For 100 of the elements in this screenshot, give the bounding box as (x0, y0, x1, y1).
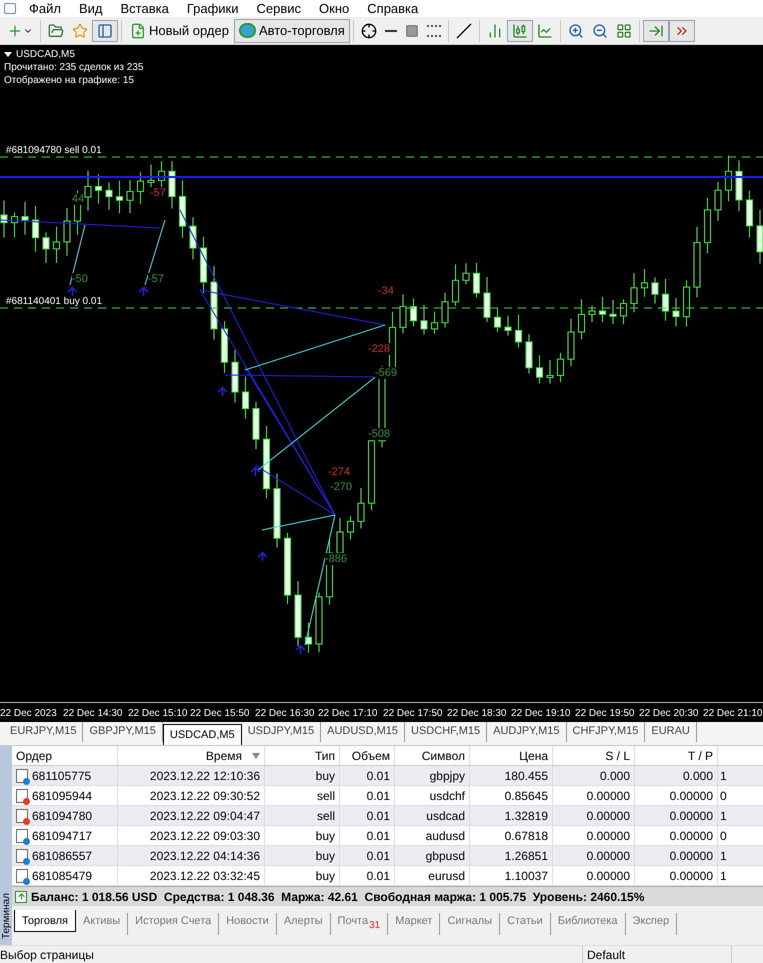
time-axis-label: 22 Dec 14:30 (63, 707, 122, 721)
candle (756, 209, 763, 264)
menu-item[interactable]: Вид (70, 0, 112, 17)
chart-tab[interactable]: AUDJPY,M15 (487, 722, 567, 742)
dotted-grid-icon (426, 24, 441, 36)
profit-label: -228 (368, 343, 390, 355)
candle (568, 318, 574, 367)
terminal-tab[interactable]: Почта31 (330, 913, 388, 935)
menu-item[interactable]: Справка (358, 0, 428, 17)
order-number: 681085479 (32, 868, 92, 884)
candle (630, 272, 638, 313)
table-cell: 1.26851 (470, 846, 553, 865)
terminal-tab[interactable]: Библиотека (550, 913, 626, 935)
column-header[interactable]: S / L (553, 746, 635, 765)
candle (610, 299, 616, 324)
chart-tab[interactable]: AUDUSD,M15 (321, 722, 406, 742)
order-row[interactable]: 681085479 2023.12.22 03:32:45 buy 0.01 eurusd 1.10037 0.00000 0.00000 1 (12, 866, 763, 886)
order-row[interactable]: 681094780 2023.12.22 09:04:47 sell 0.01 usdcad 1.32819 0.00000 0.00000 1 (12, 806, 763, 826)
candle (358, 488, 364, 529)
terminal-tab[interactable]: Активы (76, 913, 128, 935)
terminal-tab[interactable]: Торговля (14, 910, 76, 932)
table-cell: 0.85645 (470, 786, 553, 805)
autoscroll-button[interactable] (642, 20, 669, 42)
candle (200, 236, 207, 294)
table-cell: 0.01 (340, 806, 395, 825)
profit-label: -57 (150, 187, 166, 199)
chart-tab[interactable]: EURAU (645, 722, 697, 742)
grid-icon (616, 22, 632, 38)
terminal-tab[interactable]: История Счета (128, 913, 220, 935)
candle (526, 334, 532, 374)
app-icon[interactable] (4, 3, 16, 14)
chart-tab[interactable]: USDCAD,M5 (162, 724, 242, 745)
time-axis-label: 22 Dec 16:30 (255, 707, 314, 721)
column-header[interactable]: Цена (470, 746, 553, 765)
chart-shift-button[interactable] (668, 20, 695, 42)
chart-tab[interactable]: CHFJPY,M15 (566, 722, 646, 742)
candle (84, 170, 92, 212)
table-cell: usdcad (395, 806, 470, 825)
column-header[interactable]: Тип (265, 746, 340, 765)
terminal-tab[interactable]: Маркет (388, 913, 440, 935)
table-cell: 0.01 (340, 766, 395, 785)
menu-item[interactable]: Сервис (248, 0, 310, 17)
order-row[interactable]: 681086557 2023.12.22 04:14:36 buy 0.01 gbpusd 1.26851 0.00000 0.00000 1 (12, 846, 763, 866)
candle (22, 201, 28, 236)
table-cell: buy (265, 866, 340, 885)
terminal-tab[interactable]: Сигналы (440, 913, 500, 935)
order-number: 681094780 (32, 808, 92, 824)
account-summary: Баланс: 1 018.56 USD Средства: 1 048.36 Маржа: 42.61 Свободная маржа: 1 005.75 Уровень: 2460.15% (31, 888, 644, 906)
terminal-tab[interactable]: Новости (219, 913, 277, 935)
order-row[interactable]: 681105775 2023.12.22 12:10:36 buy 0.01 gbpjpy 180.455 0.000 0.000 1 (12, 766, 763, 786)
column-header[interactable]: Объем (340, 746, 395, 765)
table-cell: 0.01 (340, 826, 395, 845)
column-header[interactable]: Ордер (12, 746, 118, 765)
candle (179, 180, 186, 238)
chart-tab[interactable]: USDJPY,M15 (242, 722, 322, 742)
terminal-tab[interactable]: Экспер (626, 913, 678, 935)
order-line-label: #681094780 sell 0.01 (6, 145, 102, 157)
table-cell: 0.67818 (470, 826, 553, 845)
menu-item[interactable]: Окно (310, 0, 358, 17)
chart-tab[interactable]: USDCHF,M15 (405, 722, 488, 742)
time-axis-label: 22 Dec 19:10 (511, 707, 570, 721)
chart-info-text: Прочитано: 235 сделок из 235 (4, 61, 144, 74)
toolbar-button[interactable]: Авто-торговля (234, 18, 350, 42)
terminal-tab[interactable]: Статьи (500, 913, 551, 935)
table-cell: 2023.12.22 12:10:36 (118, 766, 265, 785)
chart-tab[interactable]: EURJPY,M15 (4, 722, 84, 742)
table-cell: 2023.12.22 09:30:52 (118, 786, 265, 805)
candle (578, 298, 585, 340)
column-header[interactable]: Время (118, 746, 265, 765)
candle (473, 262, 480, 298)
column-header[interactable]: Символ (395, 746, 470, 765)
arrow-up-icon (15, 890, 27, 902)
profit-label: -34 (378, 285, 394, 297)
profit-label: -569 (375, 367, 398, 379)
candle (694, 226, 700, 298)
candle (746, 190, 753, 238)
candle (494, 308, 501, 332)
menu-item[interactable]: Вставка (112, 0, 178, 17)
order-row[interactable]: 681094717 2023.12.22 09:03:30 buy 0.01 audusd 0.67818 0.00000 0.00000 0 (12, 826, 763, 846)
menu-item[interactable]: Файл (20, 0, 70, 17)
menu-item[interactable]: Графики (178, 0, 248, 17)
order-row[interactable]: 681095944 2023.12.22 09:30:52 sell 0.01 usdchf 0.85645 0.00000 0.00000 0 (12, 786, 763, 806)
time-axis-label: 22 Dec 17:50 (383, 707, 442, 721)
table-cell: 2023.12.22 03:32:45 (118, 866, 265, 885)
table-cell-text: 1 (719, 848, 728, 865)
candle (620, 298, 627, 325)
candle (704, 197, 711, 254)
candlestick-button[interactable] (506, 20, 533, 42)
navigator-button[interactable] (92, 20, 118, 42)
terminal-tab[interactable]: Алерты (276, 913, 331, 935)
table-cell: 2023.12.22 04:14:36 (118, 846, 265, 865)
column-header[interactable]: T / P (635, 746, 718, 765)
candle (515, 314, 522, 348)
candle (683, 280, 690, 328)
profit-label: -57 (148, 273, 164, 285)
plus-icon (7, 22, 23, 38)
table-cell: 0.00000 (635, 826, 718, 845)
candle (557, 352, 564, 383)
toolbar-button[interactable]: Новый ордер (125, 18, 234, 42)
candle (714, 182, 722, 222)
